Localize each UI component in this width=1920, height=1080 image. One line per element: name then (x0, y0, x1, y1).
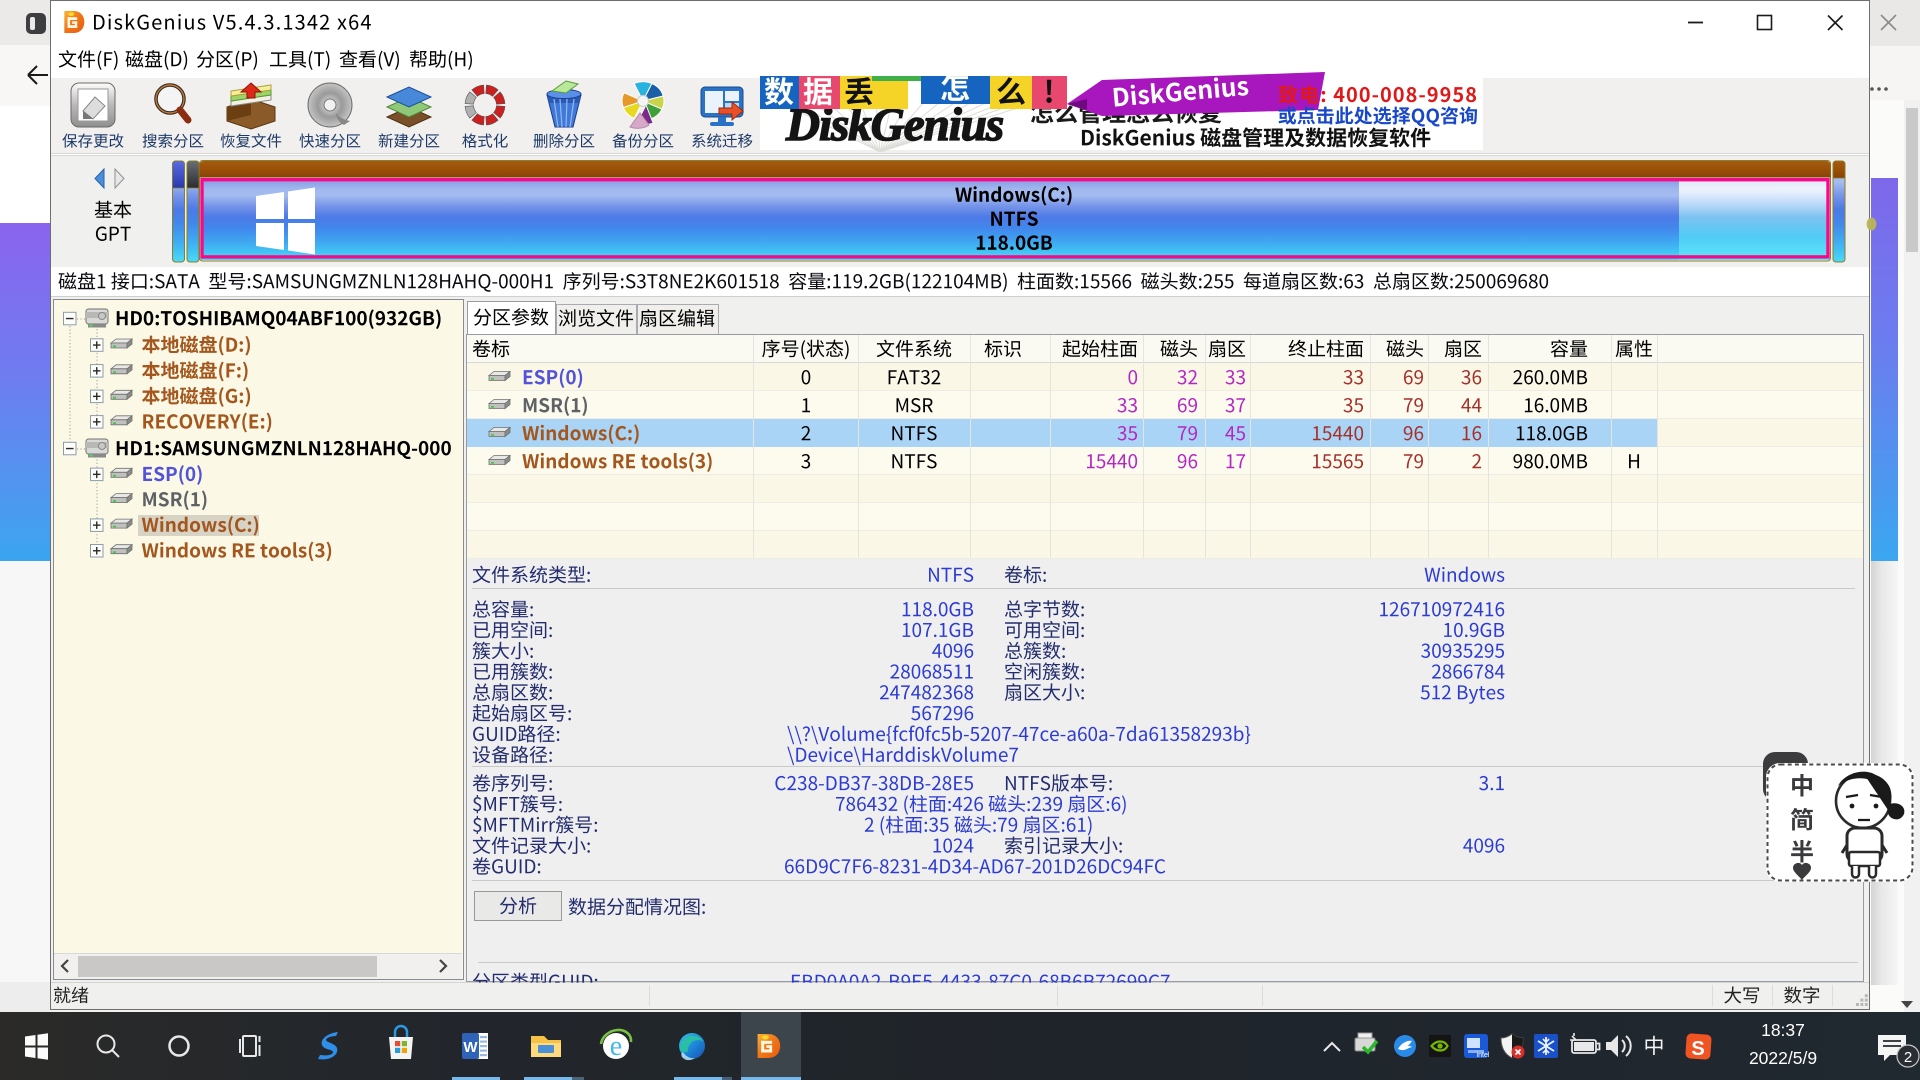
svg-text:e: e (610, 1031, 622, 1062)
svg-text:W: W (463, 1039, 478, 1056)
svg-text:2: 2 (1904, 1049, 1912, 1066)
svg-text:S: S (1691, 1038, 1704, 1060)
svg-text:intel: intel (1477, 1052, 1490, 1059)
